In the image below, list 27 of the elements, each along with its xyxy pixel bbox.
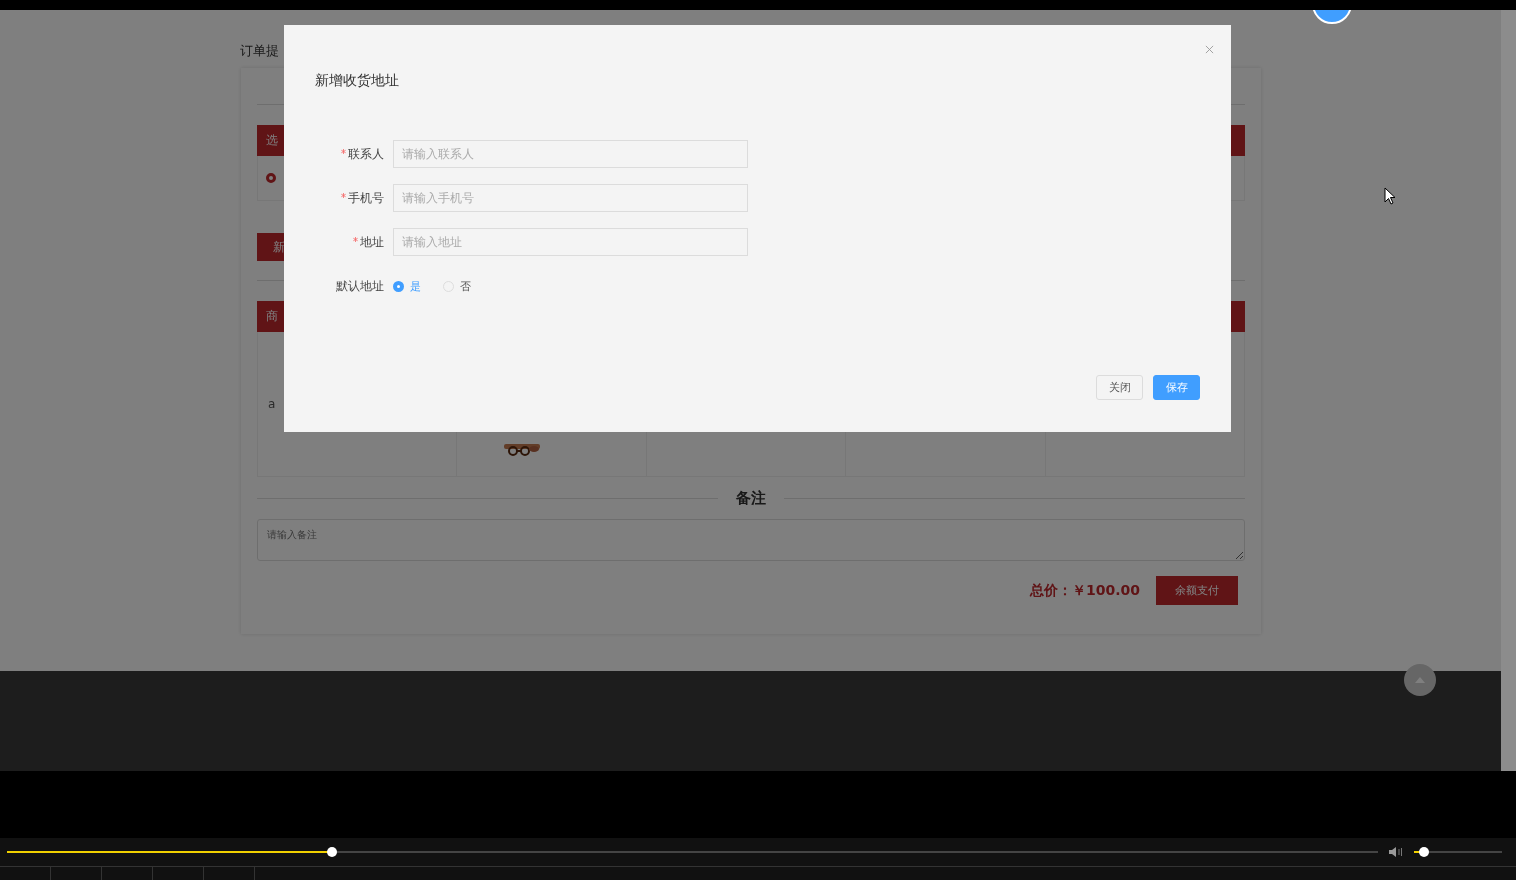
field-label: 手机号: [348, 189, 384, 207]
field-label: 默认地址: [336, 277, 384, 295]
input-field[interactable]: 请输入地址: [393, 228, 748, 256]
total-price: 总价：￥100.00: [1029, 581, 1140, 600]
field-label: 地址: [360, 233, 384, 251]
radio-button[interactable]: [266, 173, 276, 183]
save-button[interactable]: 保存: [1153, 375, 1200, 400]
back-to-top-button[interactable]: [1404, 664, 1436, 696]
scrollbar[interactable]: [1501, 10, 1516, 771]
radio-button[interactable]: [393, 280, 404, 292]
breadcrumb: 订单提: [240, 44, 279, 58]
radio-option[interactable]: 是: [393, 278, 421, 294]
caret-up-icon: [1415, 677, 1425, 683]
field-label: 联系人: [348, 145, 384, 163]
input-field[interactable]: 请输入联系人: [393, 140, 748, 168]
input-field[interactable]: 请输入手机号: [393, 184, 748, 212]
progress-handle[interactable]: [326, 847, 337, 857]
volume-handle[interactable]: [1418, 847, 1429, 857]
close-icon[interactable]: [1205, 45, 1214, 54]
dialog-title: 新增收货地址: [315, 72, 400, 90]
radio-option[interactable]: 否: [443, 278, 471, 294]
remarks-field[interactable]: 请输入备注: [257, 519, 1245, 561]
pay-button[interactable]: 余额支付: [1156, 576, 1238, 605]
section-title: 备注: [735, 488, 767, 508]
speaker-icon[interactable]: [1388, 846, 1404, 858]
close-button[interactable]: 关闭: [1096, 375, 1143, 400]
mouse-cursor-icon: [1384, 187, 1396, 205]
